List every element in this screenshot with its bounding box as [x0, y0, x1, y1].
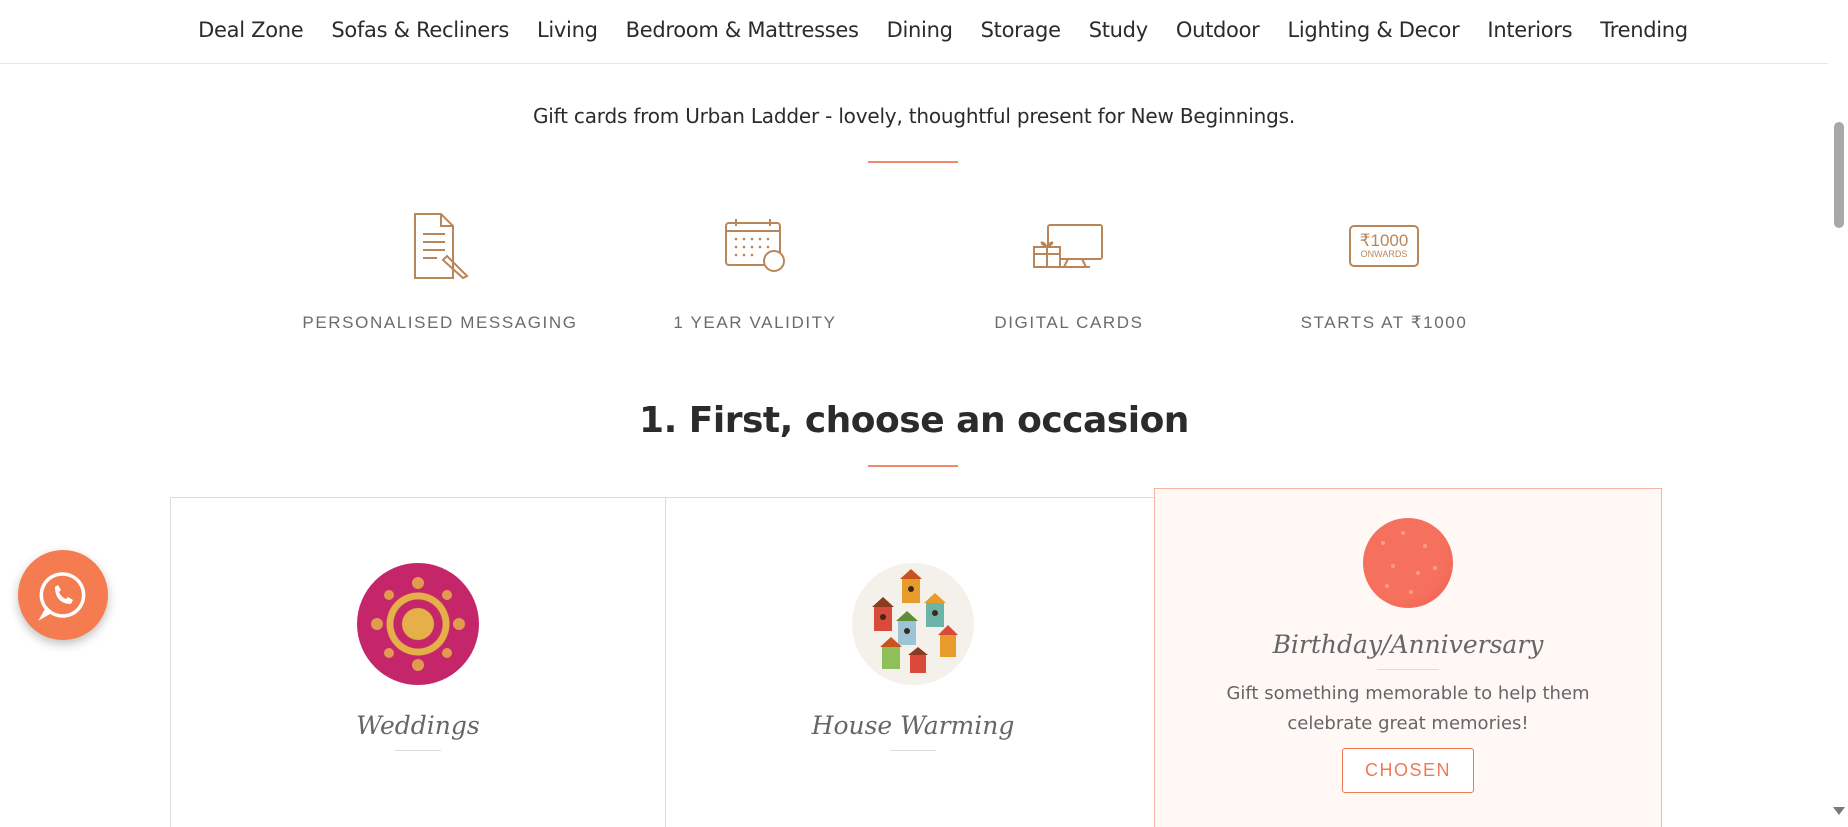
occasion-name: House Warming: [811, 711, 1015, 740]
weddings-image: [357, 563, 479, 685]
nav-item-study[interactable]: Study: [1089, 18, 1148, 42]
nav-item-lighting-decor[interactable]: Lighting & Decor: [1287, 18, 1459, 42]
calendar-icon: [595, 208, 915, 283]
occasion-card-house-warming[interactable]: House Warming: [665, 497, 1161, 827]
feature-price: ₹1000 ONWARDS STARTS AT ₹1000: [1224, 208, 1544, 333]
nav-item-living[interactable]: Living: [537, 18, 598, 42]
occasion-underline: [395, 750, 441, 751]
intro-divider: [868, 161, 958, 163]
digital-gift-monitor-icon: [909, 208, 1229, 283]
feature-digital: DIGITAL CARDS: [909, 208, 1229, 333]
feature-label: DIGITAL CARDS: [994, 313, 1144, 332]
scroll-down-arrow-icon[interactable]: [1833, 807, 1845, 815]
nav-item-storage[interactable]: Storage: [981, 18, 1061, 42]
feature-label: 1 YEAR VALIDITY: [673, 313, 837, 332]
chosen-button[interactable]: CHOSEN: [1341, 748, 1474, 793]
top-navigation: Deal Zone Sofas & Recliners Living Bedro…: [0, 0, 1828, 64]
birthday-anniversary-image: [1363, 518, 1453, 608]
occasion-heading: 1. First, choose an occasion: [639, 400, 1189, 441]
heading-divider: [868, 465, 958, 467]
occasion-name: Weddings: [356, 711, 480, 740]
whatsapp-icon: [38, 572, 86, 621]
nav-item-bedroom-mattresses[interactable]: Bedroom & Mattresses: [626, 18, 859, 42]
whatsapp-button[interactable]: [18, 550, 108, 640]
nav-item-trending[interactable]: Trending: [1600, 18, 1688, 42]
vertical-scrollbar[interactable]: [1828, 0, 1848, 827]
document-pen-icon: [280, 208, 600, 283]
intro-text: Gift cards from Urban Ladder - lovely, t…: [532, 104, 1295, 128]
nav-item-outdoor[interactable]: Outdoor: [1176, 18, 1260, 42]
price-badge-amount: ₹1000: [1359, 230, 1409, 250]
price-badge-onwards: ONWARDS: [1360, 248, 1408, 259]
nav-item-deal-zone[interactable]: Deal Zone: [198, 18, 304, 42]
nav-item-dining[interactable]: Dining: [887, 18, 953, 42]
house-warming-image: [852, 563, 974, 685]
occasion-card-weddings[interactable]: Weddings: [170, 497, 666, 827]
occasion-underline: [890, 750, 936, 751]
nav-item-sofas-recliners[interactable]: Sofas & Recliners: [331, 18, 509, 42]
feature-label: PERSONALISED MESSAGING: [302, 313, 578, 332]
feature-validity: 1 YEAR VALIDITY: [595, 208, 915, 333]
nav-item-interiors[interactable]: Interiors: [1487, 18, 1572, 42]
occasion-card-birthday-anniversary[interactable]: Birthday/Anniversary Gift something memo…: [1154, 488, 1662, 827]
scrollbar-thumb[interactable]: [1834, 122, 1844, 228]
feature-personalised: PERSONALISED MESSAGING: [280, 208, 600, 333]
occasion-underline: [1377, 669, 1439, 670]
price-tag-icon: ₹1000 ONWARDS: [1224, 208, 1544, 283]
occasion-description: Gift something memorable to help them ce…: [1226, 683, 1590, 734]
occasion-name: Birthday/Anniversary: [1272, 630, 1544, 659]
feature-label: STARTS AT ₹1000: [1300, 313, 1468, 332]
